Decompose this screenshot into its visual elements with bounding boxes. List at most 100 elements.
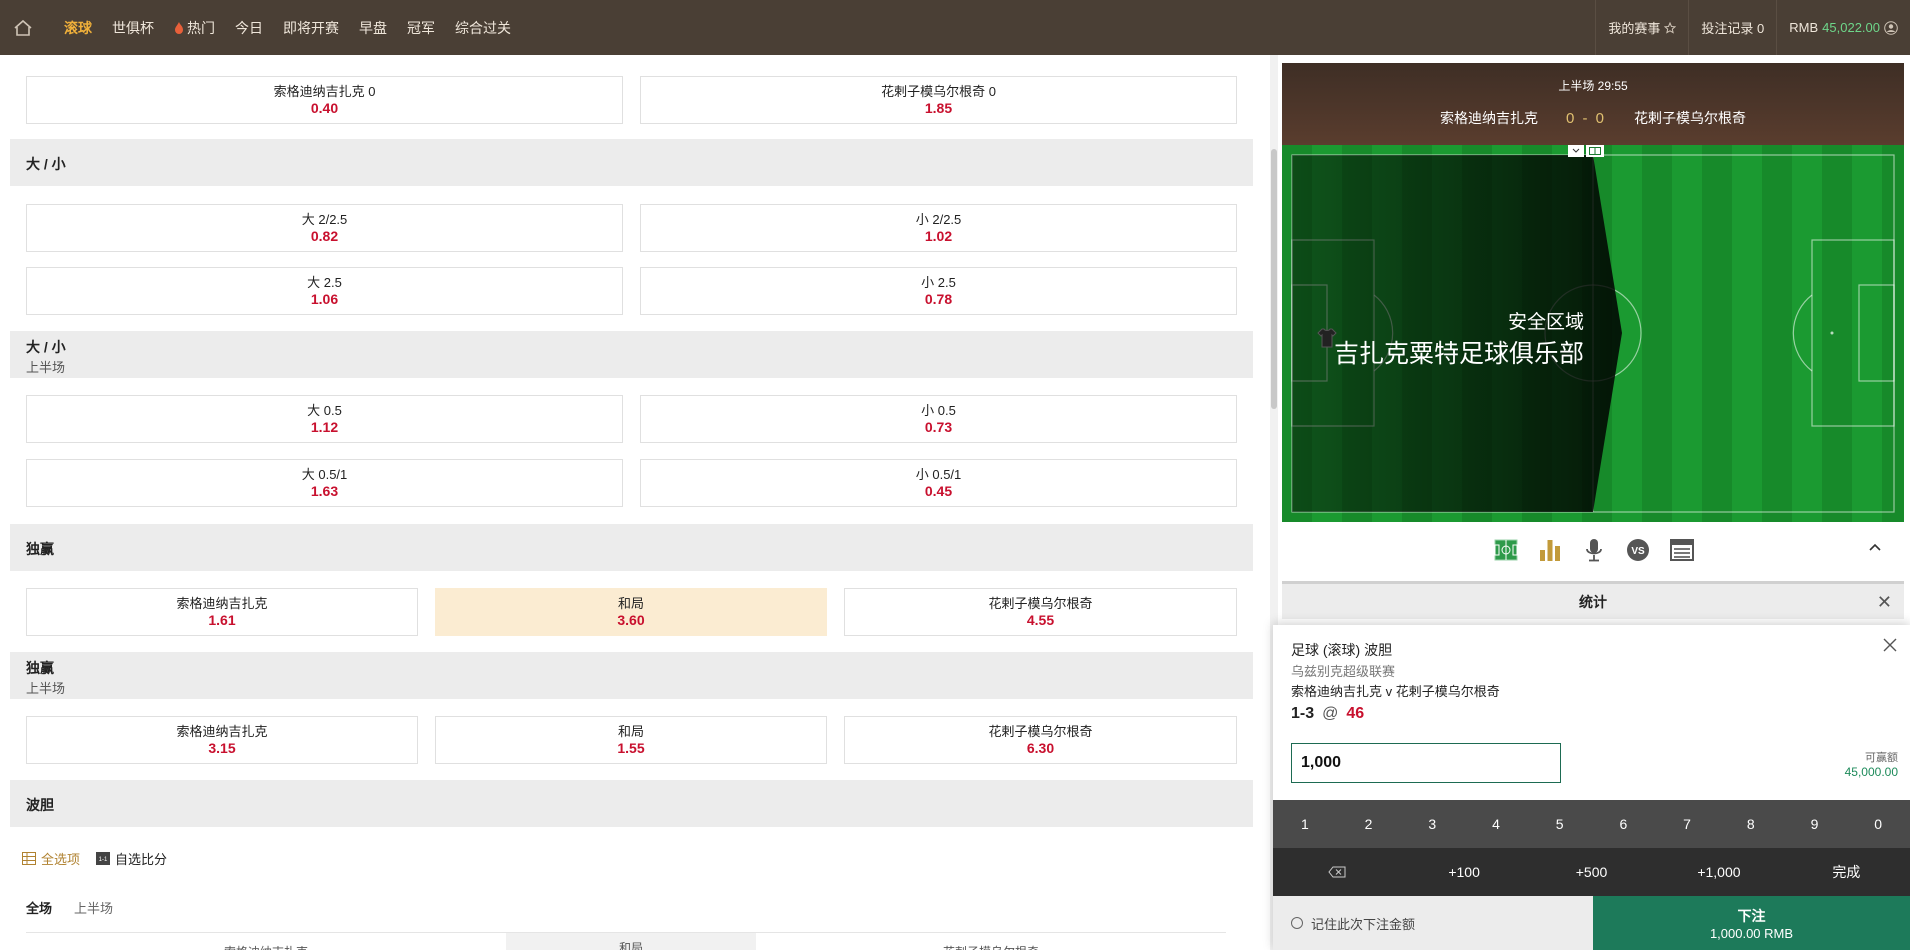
zone-label: 安全区域	[1507, 312, 1584, 333]
market-header-over-under-half[interactable]: 大 / 小 上半场	[10, 331, 1253, 378]
quick-add-1000[interactable]: +1,000	[1655, 848, 1782, 896]
odds-button[interactable]: 大 2/2.5 0.82	[26, 204, 623, 252]
chevron-up-icon[interactable]	[1868, 540, 1886, 558]
nav-early[interactable]: 早盘	[359, 18, 387, 38]
nav-today[interactable]: 今日	[235, 18, 263, 38]
nav-hot[interactable]: 热门	[174, 18, 215, 38]
live-pitch: 安全区域 吉扎克粟特足球俱乐部	[1282, 145, 1904, 522]
filter-custom-score[interactable]: 1-1 自选比分	[96, 849, 167, 868]
home-score: 0	[1565, 109, 1577, 127]
away-team: 花剌子模乌尔根奇	[1634, 110, 1747, 126]
vs-icon[interactable]: VS	[1625, 537, 1651, 563]
key-5[interactable]: 5	[1528, 800, 1592, 848]
quick-add-500[interactable]: +500	[1528, 848, 1655, 896]
grid-icon	[22, 852, 36, 865]
key-9[interactable]: 9	[1783, 800, 1847, 848]
potential-win: 可赢额 45,000.00	[1845, 749, 1898, 779]
table-icon[interactable]	[1669, 537, 1695, 563]
odds-value: 0.73	[924, 418, 953, 435]
stats-chart-icon[interactable]	[1537, 537, 1563, 563]
slip-footer: 记住此次下注金额 下注 1,000.00 RMB	[1273, 896, 1910, 950]
quick-add-100[interactable]: +100	[1400, 848, 1527, 896]
market-header-correct-score[interactable]: 波胆	[10, 780, 1253, 827]
score-filter: 全选项 1-1 自选比分	[22, 849, 167, 868]
my-events-label: 我的赛事	[1608, 21, 1661, 36]
market-header-match-winner-half[interactable]: 独赢 上半场	[10, 652, 1253, 699]
odds-button[interactable]: 大 0.5 1.12	[26, 395, 623, 443]
done-button[interactable]: 完成	[1783, 848, 1910, 896]
balance[interactable]: RMB 45,022.00	[1777, 20, 1910, 35]
nav-live[interactable]: 滚球	[64, 18, 92, 38]
microphone-icon[interactable]	[1581, 537, 1607, 563]
pitch-icon[interactable]	[1586, 145, 1604, 157]
tab-full-time[interactable]: 全场	[26, 898, 52, 917]
nav-hot-label: 热门	[187, 19, 215, 36]
balance-value: 45,022.00	[1822, 20, 1880, 35]
odds-button[interactable]: 索格迪纳吉扎克 0 0.40	[26, 76, 623, 124]
odds-label: 索格迪纳吉扎克 0	[273, 83, 376, 99]
stats-header[interactable]: 统计 ✕	[1282, 581, 1904, 619]
odds-button[interactable]: 花剌子模乌尔根奇 4.55	[844, 588, 1237, 636]
key-6[interactable]: 6	[1592, 800, 1656, 848]
place-bet-button[interactable]: 下注 1,000.00 RMB	[1593, 896, 1910, 950]
my-events-link[interactable]: 我的赛事	[1596, 18, 1688, 37]
market-title: 大 / 小	[26, 339, 66, 355]
market-header-match-winner[interactable]: 独赢	[10, 524, 1253, 571]
match-time: 上半场 29:55	[1558, 79, 1628, 93]
close-icon[interactable]	[1882, 637, 1898, 653]
home-icon[interactable]	[12, 17, 34, 39]
filter-all[interactable]: 全选项	[22, 849, 80, 868]
odds-label: 小 0.5	[921, 402, 956, 418]
odds-label: 大 0.5	[307, 402, 342, 418]
close-icon[interactable]: ✕	[1877, 592, 1892, 613]
bet-slip: 足球 (滚球) 波胆 乌兹别克超级联赛 索格迪纳吉扎克 v 花剌子模乌尔根奇 1…	[1273, 625, 1910, 950]
key-3[interactable]: 3	[1400, 800, 1464, 848]
nav-parlay[interactable]: 综合过关	[455, 18, 511, 38]
odds-value: 0.45	[924, 482, 953, 499]
odds-button[interactable]: 小 0.5 0.73	[640, 395, 1237, 443]
odds-button-selected[interactable]: 和局 3.60	[435, 588, 827, 636]
pitch-view-icon[interactable]	[1493, 537, 1519, 563]
market-header-over-under[interactable]: 大 / 小	[10, 139, 1253, 186]
odds-button[interactable]: 和局 1.55	[435, 716, 827, 764]
odds-button[interactable]: 索格迪纳吉扎克 1.61	[26, 588, 418, 636]
odds-button[interactable]: 花剌子模乌尔根奇 0 1.85	[640, 76, 1237, 124]
key-4[interactable]: 4	[1464, 800, 1528, 848]
odds-value: 0.78	[924, 290, 953, 307]
odds-button[interactable]: 大 2.5 1.06	[26, 267, 623, 315]
key-0[interactable]: 0	[1846, 800, 1910, 848]
at-sign: @	[1322, 705, 1339, 722]
bet-record-link[interactable]: 投注记录 0	[1689, 18, 1776, 37]
stake-input[interactable]	[1291, 743, 1561, 783]
nav-club-world-cup[interactable]: 世俱杯	[112, 18, 154, 38]
tab-first-half[interactable]: 上半场	[74, 898, 113, 917]
odds-button[interactable]: 花剌子模乌尔根奇 6.30	[844, 716, 1237, 764]
odds-button[interactable]: 索格迪纳吉扎克 3.15	[26, 716, 418, 764]
backspace-icon[interactable]	[1273, 848, 1400, 896]
odds-value: 3.60	[617, 611, 645, 628]
odds-label: 大 2.5	[307, 274, 342, 290]
odds-value: 0.82	[310, 227, 339, 244]
key-2[interactable]: 2	[1337, 800, 1401, 848]
key-8[interactable]: 8	[1719, 800, 1783, 848]
key-1[interactable]: 1	[1273, 800, 1337, 848]
odds-button[interactable]: 小 2/2.5 1.02	[640, 204, 1237, 252]
scroll-thumb[interactable]	[1271, 149, 1277, 409]
header-away: 花剌子模乌尔根奇	[756, 933, 1226, 950]
nav-upcoming[interactable]: 即将开赛	[283, 18, 339, 38]
star-icon	[1664, 21, 1677, 34]
odds-button[interactable]: 小 2.5 0.78	[640, 267, 1237, 315]
remember-stake-toggle[interactable]: 记住此次下注金额	[1273, 896, 1593, 950]
slip-match: 索格迪纳吉扎克 v 花剌子模乌尔根奇	[1291, 684, 1500, 699]
number-keypad: 1 2 3 4 5 6 7 8 9 0	[1273, 800, 1910, 848]
home-team: 索格迪纳吉扎克	[1439, 110, 1538, 126]
nav-outright[interactable]: 冠军	[407, 18, 435, 38]
odds-label: 大 0.5/1	[301, 466, 348, 482]
score-icon: 1-1	[96, 852, 111, 865]
odds-button[interactable]: 小 0.5/1 0.45	[640, 459, 1237, 507]
odds-button[interactable]: 大 0.5/1 1.63	[26, 459, 623, 507]
key-7[interactable]: 7	[1655, 800, 1719, 848]
scoreboard: 上半场 29:55 索格迪纳吉扎克 0 - 0 花剌子模乌尔根奇	[1282, 63, 1904, 145]
live-toolbar: VS	[1278, 525, 1910, 575]
chevron-down-icon[interactable]	[1568, 145, 1584, 157]
